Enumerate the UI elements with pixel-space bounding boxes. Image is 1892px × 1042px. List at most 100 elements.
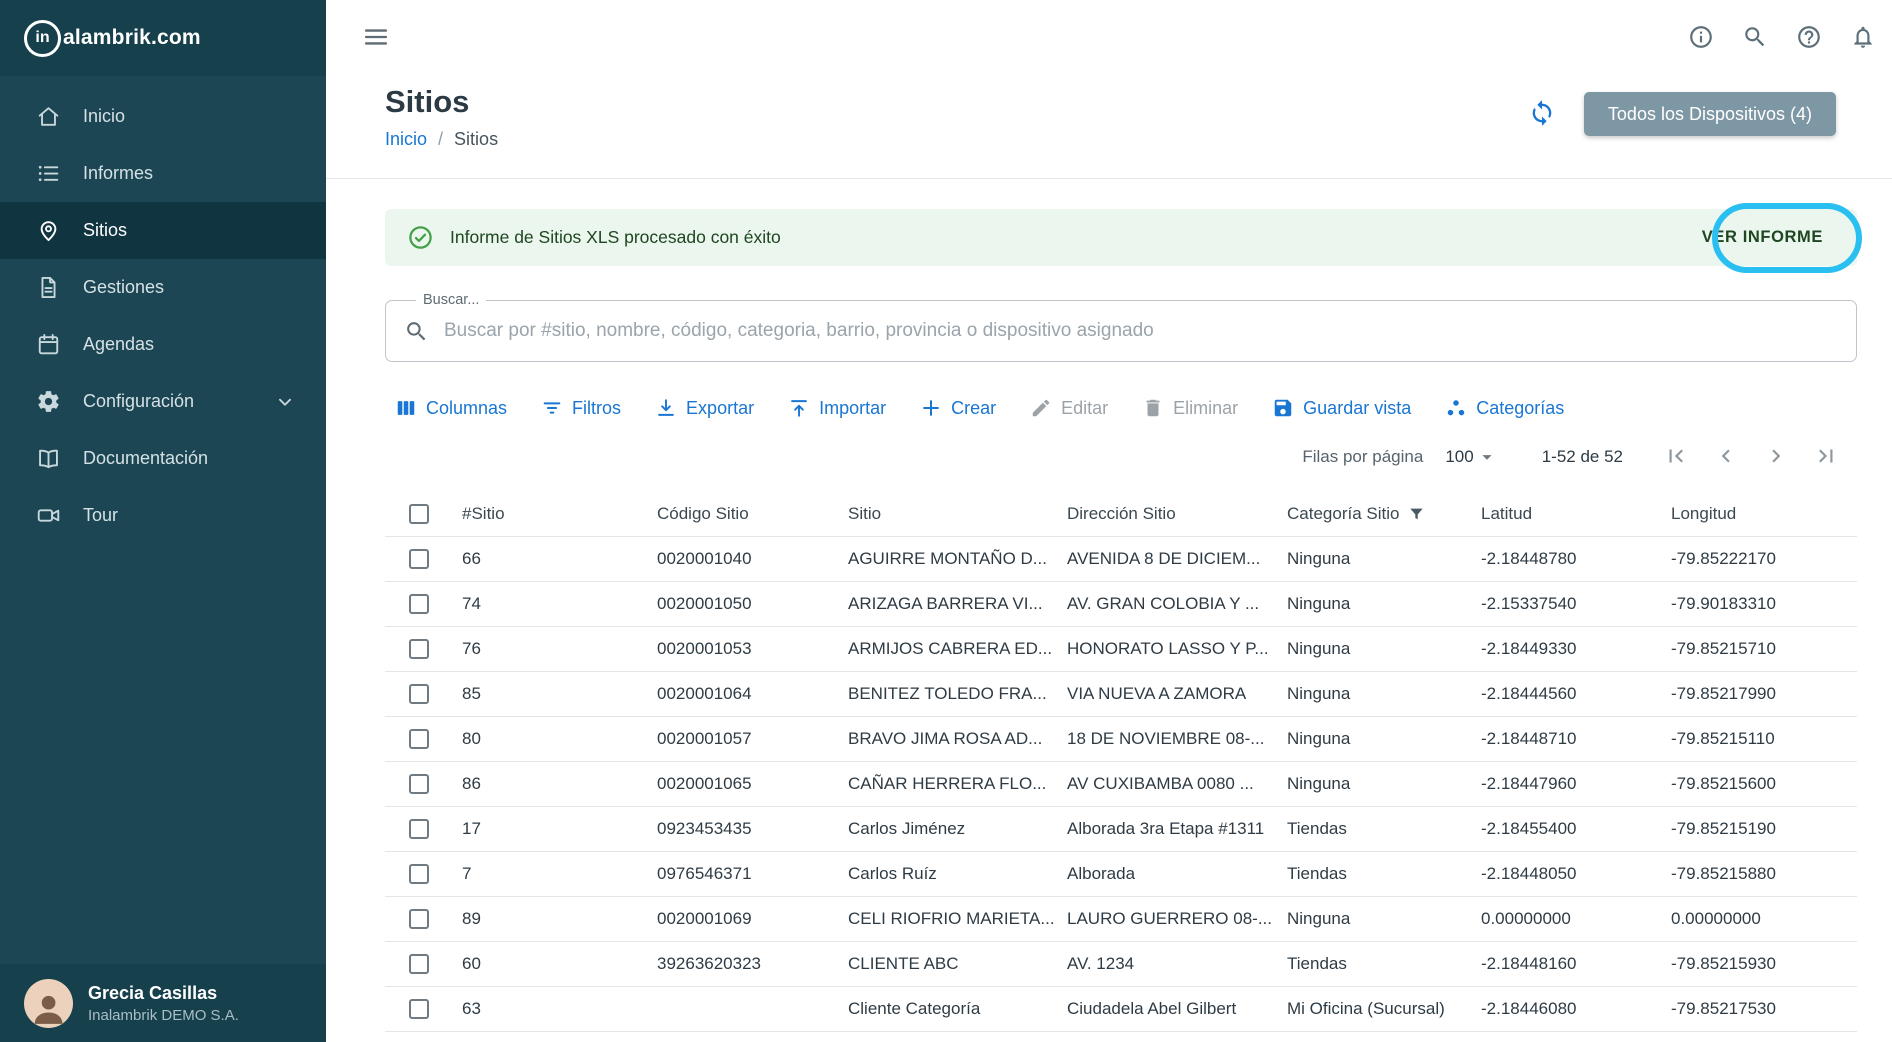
cell-latitud: -2.18448050 [1481,864,1577,883]
table-row[interactable]: 85 0020001064 BENITEZ TOLEDO FRA... VIA NUE… [385,672,1857,717]
row-checkbox[interactable] [409,774,429,794]
table-row[interactable]: 17 0923453435 Carlos Jiménez Alborada 3ra E… [385,807,1857,852]
table-row[interactable]: 60 39263620323 CLIENTE ABC AV. 1234 Tiendas -… [385,942,1857,987]
cell-sitio: Cliente Categoría [848,999,981,1018]
table-row[interactable]: 76 0020001053 ARMIJOS CABRERA ED... HONORAT… [385,627,1857,672]
main-area: Sitios Inicio / Sitios Todos los Disposi… [326,0,1892,1042]
sidebar-item-gestiones[interactable]: Gestiones [0,259,326,316]
sidebar-item-sitios[interactable]: Sitios [0,202,326,259]
sidebar-item-tour[interactable]: Tour [0,487,326,544]
first-page-button[interactable] [1663,443,1689,472]
search-button[interactable] [1742,24,1768,53]
cell-categoria-sitio: Ninguna [1287,684,1351,703]
cell-sitio-num: 66 [462,549,481,568]
table-row[interactable]: 74 0020001050 ARIZAGA BARRERA VI... AV. GRA… [385,582,1857,627]
devices-button[interactable]: Todos los Dispositivos (4) [1583,92,1836,136]
cell-latitud: -2.18446080 [1481,999,1577,1018]
table-row[interactable]: 7 0976546371 Carlos Ruíz Alborada Tiendas -2.… [385,852,1857,897]
cell-direccion-sitio: Alborada 3ra Etapa #1311 [1067,819,1265,838]
column-header-categoria-sitio[interactable]: Categoría Sitio [1287,504,1481,524]
toolbar-categorias-button[interactable]: Categorías [1445,397,1564,419]
page-actions: Todos los Dispositivos (4) [1528,92,1836,136]
row-checkbox-cell [385,684,462,704]
row-checkbox-cell [385,954,462,974]
cell-direccion-sitio: AVENIDA 8 DE DICIEM... [1067,549,1261,568]
column-header-sitio[interactable]: #Sitio [462,504,657,524]
column-header-sitio[interactable]: Sitio [848,504,1067,524]
cell-sitio-num: 63 [462,999,481,1018]
toolbar-crear-button[interactable]: Crear [920,397,996,419]
help-button[interactable] [1796,24,1822,53]
sidebar-item-configuracion[interactable]: Configuración [0,373,326,430]
column-header-longitud[interactable]: Longitud [1671,504,1857,524]
table-row[interactable]: 89 0020001069 CELI RIOFRIO MARIETA... LAURO… [385,897,1857,942]
cell-codigo-sitio: 0923453435 [657,819,752,838]
search-box: Buscar... [385,292,1857,362]
prev-page-button[interactable] [1713,443,1739,472]
column-header-latitud[interactable]: Latitud [1481,504,1671,524]
cell-sitio-num: 80 [462,729,481,748]
info-button[interactable] [1688,24,1714,53]
row-checkbox-cell [385,819,462,839]
search-input[interactable] [442,319,1838,343]
row-checkbox[interactable] [409,909,429,929]
sidebar-item-label: Informes [83,163,154,183]
sidebar-item-label: Inicio [83,106,126,126]
cell-longitud: -79.85215710 [1671,639,1776,658]
table-row[interactable]: 66 0020001040 AGUIRRE MONTAÑO D... AVENIDA … [385,537,1857,582]
rows-per-page-select[interactable]: 100 [1445,446,1497,468]
row-checkbox[interactable] [409,864,429,884]
notifications-button[interactable] [1850,24,1876,53]
bell-icon [1850,24,1876,50]
toolbar-exportar-button[interactable]: Exportar [655,397,754,419]
row-checkbox[interactable] [409,639,429,659]
cell-longitud: -79.85215110 [1671,729,1775,748]
toolbar-columnas-button[interactable]: Columnas [395,397,507,419]
row-checkbox[interactable] [409,954,429,974]
cell-categoria-sitio: Ninguna [1287,909,1351,928]
funnel-icon[interactable] [1407,505,1426,524]
row-checkbox[interactable] [409,594,429,614]
table-row[interactable]: 86 0020001065 CAÑAR HERRERA FLO... AV CUXIB… [385,762,1857,807]
toolbar-filtros-button[interactable]: Filtros [541,397,621,419]
search-icon [1742,24,1768,50]
brand-logo[interactable]: in alambrik.com [0,0,326,76]
toolbar-button-label: Exportar [686,397,755,418]
breadcrumb-link-inicio[interactable]: Inicio [385,129,427,150]
row-checkbox[interactable] [409,999,429,1019]
row-checkbox[interactable] [409,729,429,749]
column-header-codigo-sitio[interactable]: Código Sitio [657,504,848,524]
cell-sitio: BENITEZ TOLEDO FRA... [848,684,1047,703]
cell-sitio-num: 76 [462,639,481,658]
row-checkbox-cell [385,729,462,749]
cell-codigo-sitio: 39263620323 [657,954,762,973]
table-row[interactable]: 80 0020001057 BRAVO JIMA ROSA AD... 18 DE N… [385,717,1857,762]
menu-button[interactable] [362,23,390,54]
row-checkbox-cell [385,594,462,614]
select-all-checkbox[interactable] [409,504,429,524]
row-checkbox[interactable] [409,684,429,704]
row-checkbox[interactable] [409,549,429,569]
column-header-direccion-sitio[interactable]: Dirección Sitio [1067,504,1287,524]
chevron-down-icon [274,391,296,413]
refresh-button[interactable] [1528,99,1556,130]
user-area[interactable]: Grecia Casillas Inalambrik DEMO S.A. [0,964,326,1042]
toolbar-importar-button[interactable]: Importar [788,397,886,419]
table-row[interactable]: 63 Cliente Categoría Ciudadela Abel Gilber… [385,987,1857,1032]
toolbar-guardar-vista-button[interactable]: Guardar vista [1272,397,1411,419]
ver-informe-button[interactable]: VER INFORME [1690,220,1835,255]
toolbar-button-label: Crear [951,397,997,418]
last-page-button[interactable] [1813,443,1839,472]
next-page-button[interactable] [1763,443,1789,472]
toolbar-button-label: Columnas [426,397,508,418]
sidebar-item-informes[interactable]: Informes [0,145,326,202]
row-checkbox[interactable] [409,819,429,839]
cell-categoria-sitio: Ninguna [1287,549,1351,568]
toolbar-button-label: Eliminar [1173,397,1239,418]
sidebar-item-inicio[interactable]: Inicio [0,88,326,145]
sidebar-item-label: Sitios [83,220,128,240]
sidebar-item-documentacion[interactable]: Documentación [0,430,326,487]
row-checkbox-cell [385,864,462,884]
sidebar-item-agendas[interactable]: Agendas [0,316,326,373]
cell-codigo-sitio: 0020001065 [657,774,752,793]
